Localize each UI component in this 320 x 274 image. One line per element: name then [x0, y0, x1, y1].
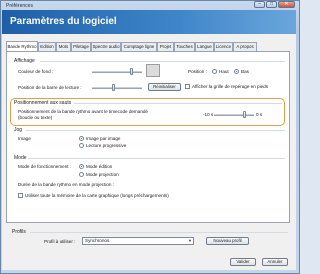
tab-edition[interactable]: Edition: [38, 42, 56, 51]
profils-divider: [30, 232, 288, 233]
jog-image-label: Image: [18, 136, 31, 141]
affichage-group-label: Affichage: [14, 58, 35, 64]
tab-piletage[interactable]: Piletage: [71, 42, 91, 51]
couleur-fond-slider-thumb[interactable]: [129, 68, 133, 75]
tab-mots[interactable]: Mots: [56, 42, 71, 51]
jog-divider: [26, 130, 285, 131]
tab-projet[interactable]: Projet: [157, 42, 174, 51]
jog-lecture-progressive-radio[interactable]: [79, 143, 84, 148]
mode-fonctionnement-label: Mode de fonctionnement :: [18, 164, 72, 169]
utiliser-memoire-checkbox[interactable]: [18, 193, 23, 198]
tab-a-propos[interactable]: A propos: [233, 42, 257, 51]
utiliser-memoire-label: Utiliser toute la mémoire de la carte gr…: [25, 193, 169, 198]
mode-edition-radio[interactable]: [79, 164, 84, 169]
position-bas-radio[interactable]: [234, 69, 239, 74]
position-barre-slider-thumb[interactable]: [111, 84, 115, 91]
mode-group-label: Mode: [14, 155, 27, 161]
jog-image-par-image-label: Image par image: [86, 136, 121, 141]
couleur-fond-label: Couleur de fond :: [18, 69, 54, 74]
chevron-down-icon[interactable]: ▼: [188, 238, 192, 244]
duree-bande-label: Durée de la bande rythmo en mode project…: [18, 182, 115, 187]
position-haut-label: Haut: [219, 69, 229, 74]
mode-projection-radio[interactable]: [79, 172, 84, 177]
positionnement-max-label: 0 s: [256, 112, 263, 117]
close-icon: ✕: [284, 1, 289, 7]
positionnement-description: Positionnement de la bande rythmo avant …: [18, 109, 148, 120]
position-haut-radio[interactable]: [212, 69, 217, 74]
afficher-grille-checkbox[interactable]: [185, 84, 190, 89]
tab-bande-rythmo[interactable]: Bande Rythmo: [6, 41, 38, 51]
jog-lecture-progressive-label: Lecture progressive: [86, 143, 127, 148]
position-barre-label: Position de la barre de lecture :: [18, 85, 82, 90]
tab-touches[interactable]: Touches: [174, 42, 195, 51]
couleur-fond-swatch[interactable]: [146, 64, 160, 77]
jog-group-label: Jog: [14, 127, 23, 133]
dialog-header-title: Paramètres du logiciel: [10, 16, 117, 27]
position-barre-slider[interactable]: [92, 87, 142, 89]
positionnement-min-label: -10 s: [203, 112, 214, 117]
title-bar[interactable]: Préférences: [2, 1, 296, 10]
positionnement-slider[interactable]: [214, 114, 254, 116]
jog-image-par-image-radio[interactable]: [79, 136, 84, 141]
minimize-button[interactable]: –: [254, 1, 265, 8]
dialog-header: Paramètres du logiciel: [2, 10, 296, 34]
affichage-divider: [40, 61, 285, 62]
maximize-icon: □: [269, 1, 274, 7]
couleur-fond-slider[interactable]: [92, 71, 142, 73]
minimize-icon: –: [258, 1, 261, 7]
tab-comptage-ligne[interactable]: Comptage ligne: [121, 42, 157, 51]
tab-spectre-audio[interactable]: Spectre audio: [91, 42, 121, 51]
profil-select-value: Synchronos: [85, 238, 110, 243]
annuler-button[interactable]: Annuler: [262, 258, 288, 266]
window-title: Préférences: [6, 3, 33, 9]
positionnement-divider: [74, 103, 282, 104]
tab-licence[interactable]: Licence: [214, 42, 233, 51]
nouveau-profil-button[interactable]: Nouveau profil: [206, 237, 249, 245]
tab-langue[interactable]: Langue: [195, 42, 214, 51]
mode-projection-label: Mode projection: [86, 172, 119, 177]
mode-divider: [28, 158, 285, 159]
mode-edition-label: Mode édition: [86, 164, 113, 169]
position-bas-label: Bas: [241, 69, 249, 74]
maximize-button[interactable]: □: [266, 1, 277, 8]
afficher-grille-label: Afficher la grille de repérage en pieds: [192, 84, 269, 89]
profil-select[interactable]: Synchronos ▼: [82, 237, 194, 245]
reinitialiser-button[interactable]: Réinitialiser: [148, 83, 181, 91]
close-button[interactable]: ✕: [278, 1, 295, 8]
positionnement-group-label: Positionnement aux sauts: [14, 100, 72, 106]
valider-button[interactable]: Valider: [230, 258, 256, 266]
positionnement-slider-thumb[interactable]: [243, 111, 247, 118]
position-label: Position :: [188, 69, 207, 74]
profil-utiliser-label: Profil à utiliser :: [44, 239, 76, 244]
profils-group-label: Profils: [12, 229, 26, 235]
